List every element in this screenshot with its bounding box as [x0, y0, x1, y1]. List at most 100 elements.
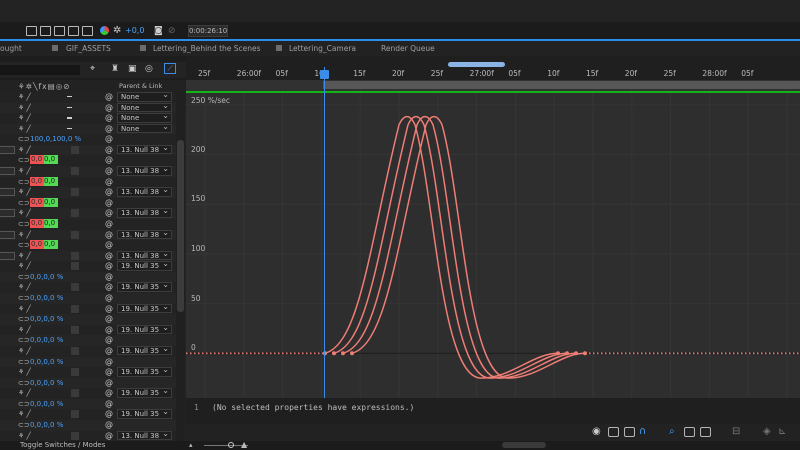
parent-dropdown[interactable]: 19. Null 35 — [117, 408, 172, 419]
link-icon[interactable]: ⊂⊃ — [18, 421, 30, 429]
pickwhip-switch-icon[interactable]: ⚘ ╱ — [18, 262, 31, 270]
pickwhip-switch-icon[interactable]: ⚘ ╱ — [18, 252, 31, 260]
pickwhip-switch-icon[interactable]: ⚘ ╱ — [18, 326, 31, 334]
layer-row[interactable]: ⊂⊃0,00,0 % @ — [0, 176, 176, 194]
tab-gif-assets[interactable]: GIF_ASSETS — [66, 44, 111, 53]
switch-box[interactable] — [71, 431, 79, 440]
pickwhip-icon[interactable]: @ — [105, 92, 113, 101]
switch-box[interactable] — [71, 368, 79, 377]
pickwhip-icon[interactable]: @ — [105, 219, 113, 228]
switch-box[interactable] — [71, 188, 79, 197]
pickwhip-switch-icon[interactable]: ⚘ ╱ — [18, 104, 31, 112]
timeline-hscroll-thumb[interactable] — [502, 442, 546, 448]
pickwhip-icon[interactable]: @ — [105, 134, 113, 143]
switch-box[interactable] — [71, 304, 79, 313]
pickwhip-switch-icon[interactable]: ⚘ ╱ — [18, 231, 31, 239]
layer-row[interactable]: ⚘ ╱ @13. Null 38 — [0, 144, 176, 156]
fit-selection-icon[interactable]: ⌕ — [669, 426, 675, 437]
layer-row[interactable]: ⚘ ╱ @ None — [0, 92, 176, 103]
pickwhip-icon[interactable]: @ — [105, 399, 113, 408]
link-icon[interactable]: ⊘ — [168, 26, 176, 36]
property-value[interactable]: 0,0,0,0 % — [30, 336, 63, 344]
fit-all-icon[interactable] — [684, 427, 695, 437]
parent-dropdown[interactable]: 13. Null 38 — [117, 207, 172, 218]
link-icon[interactable]: ⊂⊃ — [18, 156, 30, 164]
pickwhip-icon[interactable]: @ — [105, 431, 113, 440]
switch-box[interactable] — [71, 262, 79, 271]
pickwhip-icon[interactable]: @ — [105, 335, 113, 344]
layer-row[interactable]: ⊂⊃ 0,0,0,0 % @ — [0, 293, 176, 304]
switch-box[interactable] — [71, 209, 79, 218]
switch-dash-icon[interactable] — [67, 127, 72, 130]
pickwhip-icon[interactable]: @ — [105, 251, 113, 260]
timecode-field[interactable]: 0:00:26:10 — [188, 25, 228, 37]
link-icon[interactable]: ⊂⊃ — [18, 241, 30, 249]
zoom-slider-handle[interactable] — [228, 442, 234, 448]
pickwhip-icon[interactable]: @ — [105, 177, 113, 186]
layer-row[interactable]: ⚘ ╱ @13. Null 38 — [0, 186, 176, 198]
switch-box[interactable] — [71, 283, 79, 292]
pickwhip-icon[interactable]: @ — [105, 282, 113, 291]
color-wheel-icon[interactable] — [100, 26, 109, 35]
pickwhip-icon[interactable]: @ — [105, 145, 113, 154]
layer-row[interactable]: ⚘ ╱ @13. Null 38 — [0, 165, 176, 177]
pickwhip-switch-icon[interactable]: ⚘ ╱ — [18, 188, 31, 196]
layer-row[interactable]: ⚘ ╱ @19. Null 35 — [0, 366, 176, 378]
property-value[interactable]: 0,0,0,0 % — [30, 421, 63, 429]
property-value[interactable]: 0,0,0,0 % — [30, 273, 63, 281]
pickwhip-icon[interactable]: @ — [105, 124, 113, 133]
tab-ought[interactable]: ought — [0, 44, 22, 53]
switch-box[interactable] — [71, 251, 79, 260]
switch-box[interactable] — [71, 145, 79, 154]
layer-row[interactable]: ⊂⊃0,00,0 % @ — [0, 218, 176, 236]
pickwhip-switch-icon[interactable]: ⚘ ╱ — [18, 368, 31, 376]
layer-row[interactable]: ⊂⊃0,00,0 % @ — [0, 155, 176, 172]
playhead-line[interactable] — [324, 67, 325, 398]
pickwhip-icon[interactable]: @ — [105, 346, 113, 355]
link-icon[interactable]: ⊂⊃ — [18, 379, 30, 387]
link-icon[interactable]: ⊂⊃ — [18, 273, 30, 281]
speed-curve[interactable] — [351, 115, 586, 379]
layer-label-box[interactable] — [0, 167, 15, 176]
graph-editor[interactable] — [186, 93, 800, 398]
layer-label-box[interactable] — [0, 209, 15, 218]
speed-curve[interactable] — [342, 115, 577, 379]
pickwhip-switch-icon[interactable]: ⚘ ╱ — [18, 305, 31, 313]
property-value[interactable]: 0,0,0,0 % — [30, 379, 63, 387]
parent-dropdown[interactable]: 19. Null 35 — [117, 387, 172, 398]
layer-label-box[interactable] — [0, 188, 15, 197]
pickwhip-icon[interactable]: @ — [105, 304, 113, 313]
gear-icon[interactable]: ✲ — [113, 25, 121, 36]
switch-dash-icon[interactable] — [67, 117, 72, 119]
layer-row[interactable]: ⚘ ╱ @19. Null 35 — [0, 408, 176, 420]
layer-row[interactable]: ⊂⊃ 0,0,0,0 % @ — [0, 335, 176, 346]
parent-dropdown[interactable]: 19. Null 35 — [117, 324, 172, 335]
pickwhip-switch-icon[interactable]: ⚘ ╱ — [18, 146, 31, 154]
shy-layers-icon[interactable]: ▣ — [128, 64, 137, 74]
snap-icon[interactable] — [624, 427, 635, 437]
parent-dropdown[interactable]: 13. Null 38 — [117, 165, 172, 176]
pickwhip-icon[interactable]: @ — [105, 357, 113, 366]
layer-row[interactable]: ⚘ ╱ @19. Null 35 — [0, 260, 176, 272]
pickwhip-icon[interactable]: @ — [105, 113, 113, 122]
parent-dropdown[interactable]: 13. Null 38 — [117, 229, 172, 240]
tab-handle-icon[interactable] — [52, 45, 58, 51]
property-value-red[interactable]: 0,0 — [30, 218, 44, 228]
pickwhip-icon[interactable]: @ — [105, 325, 113, 334]
switch-dash-icon[interactable] — [67, 96, 72, 98]
pickwhip-switch-icon[interactable]: ⚘ ╱ — [18, 114, 31, 122]
pickwhip-icon[interactable]: @ — [105, 155, 113, 164]
layer-row[interactable]: ⊂⊃ 0,0,0,0 % @ — [0, 398, 176, 410]
pickwhip-switch-icon[interactable]: ⚘ ╱ — [18, 347, 31, 355]
magnet-icon[interactable]: ∩ — [639, 426, 646, 437]
link-icon[interactable]: ⊂⊃ — [18, 220, 30, 228]
keyframe-hold-icon[interactable]: ⊾ — [778, 426, 786, 437]
link-icon[interactable]: ⊂⊃ — [18, 400, 30, 408]
eye-icon[interactable]: ◉ — [592, 426, 601, 437]
layer-row[interactable]: ⊂⊃ 0,0,0,0 % @ — [0, 314, 176, 325]
property-value-green[interactable]: 0,0 % — [44, 218, 58, 236]
layer-scrollbar-thumb[interactable] — [177, 140, 184, 312]
property-value[interactable]: 0,0,0,0 % — [30, 294, 63, 302]
pickwhip-switch-icon[interactable]: ⚘ ╱ — [18, 410, 31, 418]
tab-render-queue[interactable]: Render Queue — [381, 44, 435, 53]
